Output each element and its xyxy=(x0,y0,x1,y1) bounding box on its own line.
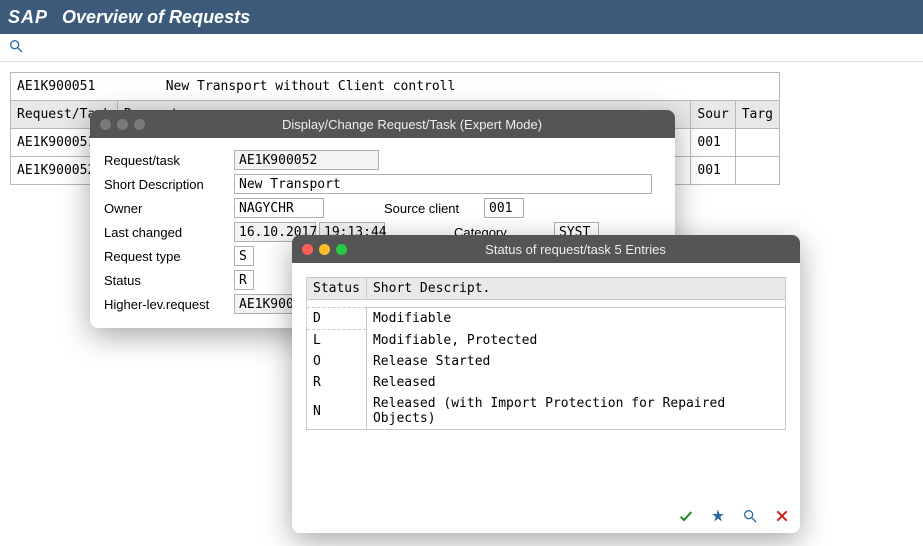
field-owner[interactable]: NAGYCHR xyxy=(234,198,324,218)
field-request-type[interactable]: S xyxy=(234,246,254,266)
window-controls xyxy=(100,119,145,130)
spacer-row xyxy=(307,300,786,308)
status-row[interactable]: D Modifiable xyxy=(307,308,786,330)
status-code: N xyxy=(307,393,367,430)
status-code: O xyxy=(307,351,367,372)
label-owner: Owner xyxy=(104,201,234,216)
status-row[interactable]: O Release Started xyxy=(307,351,786,372)
status-desc: Released (with Import Protection for Rep… xyxy=(366,393,785,430)
page-title: Overview of Requests xyxy=(62,7,250,28)
col-short-desc: Short Descript. xyxy=(366,278,785,300)
col-target: Targ xyxy=(735,101,779,129)
window-controls xyxy=(302,244,347,255)
close-icon[interactable] xyxy=(100,119,111,130)
minimize-icon[interactable] xyxy=(319,244,330,255)
label-request-type: Request type xyxy=(104,249,234,264)
field-request-task: AE1K900052 xyxy=(234,150,379,170)
dialog-titlebar[interactable]: Status of request/task 5 Entries xyxy=(292,235,800,263)
dialog-body: Status Short Descript. D Modifiable L Mo… xyxy=(292,263,800,470)
search-icon[interactable] xyxy=(742,508,758,527)
status-desc: Modifiable xyxy=(366,308,785,330)
status-code: D xyxy=(307,308,367,330)
status-row[interactable]: R Released xyxy=(307,372,786,393)
cell-target xyxy=(735,157,779,185)
label-last-changed: Last changed xyxy=(104,225,234,240)
status-desc: Released xyxy=(366,372,785,393)
col-source: Sour xyxy=(691,101,735,129)
dialog-status-list: Status of request/task 5 Entries Status … xyxy=(292,235,800,533)
status-row[interactable]: L Modifiable, Protected xyxy=(307,330,786,352)
app-header: SAP Overview of Requests xyxy=(0,0,923,34)
favorite-icon[interactable] xyxy=(710,508,726,527)
cell-target xyxy=(735,129,779,157)
close-icon[interactable] xyxy=(302,244,313,255)
minimize-icon[interactable] xyxy=(117,119,128,130)
field-status[interactable]: R xyxy=(234,270,254,290)
label-request-task: Request/task xyxy=(104,153,234,168)
label-source-client: Source client xyxy=(384,201,484,216)
label-higher-level: Higher-lev.request xyxy=(104,297,234,312)
label-status: Status xyxy=(104,273,234,288)
dialog-title: Status of request/task 5 Entries xyxy=(361,242,790,257)
status-desc: Modifiable, Protected xyxy=(366,330,785,352)
dialog-titlebar[interactable]: Display/Change Request/Task (Expert Mode… xyxy=(90,110,675,138)
toolbar xyxy=(0,34,923,62)
status-code: L xyxy=(307,330,367,352)
dialog-footer xyxy=(678,508,790,527)
status-desc: Release Started xyxy=(366,351,785,372)
maximize-icon[interactable] xyxy=(134,119,145,130)
dialog-title: Display/Change Request/Task (Expert Mode… xyxy=(159,117,665,132)
status-row[interactable]: N Released (with Import Protection for R… xyxy=(307,393,786,430)
search-icon[interactable] xyxy=(8,38,24,57)
status-code: R xyxy=(307,372,367,393)
cell-source: 001 xyxy=(691,129,735,157)
sap-logo: SAP xyxy=(8,7,48,28)
info-request-id: AE1K900051 xyxy=(17,79,95,94)
cell-source: 001 xyxy=(691,157,735,185)
label-short-desc: Short Description xyxy=(104,177,234,192)
info-row: AE1K900051 New Transport without Client … xyxy=(11,73,780,101)
field-source-client[interactable]: 001 xyxy=(484,198,524,218)
status-header-row: Status Short Descript. xyxy=(307,278,786,300)
info-request-desc: New Transport without Client controll xyxy=(166,79,456,94)
confirm-icon[interactable] xyxy=(678,508,694,527)
maximize-icon[interactable] xyxy=(336,244,347,255)
cancel-icon[interactable] xyxy=(774,508,790,527)
field-short-desc[interactable]: New Transport xyxy=(234,174,652,194)
status-table: Status Short Descript. D Modifiable L Mo… xyxy=(306,277,786,430)
col-status: Status xyxy=(307,278,367,300)
